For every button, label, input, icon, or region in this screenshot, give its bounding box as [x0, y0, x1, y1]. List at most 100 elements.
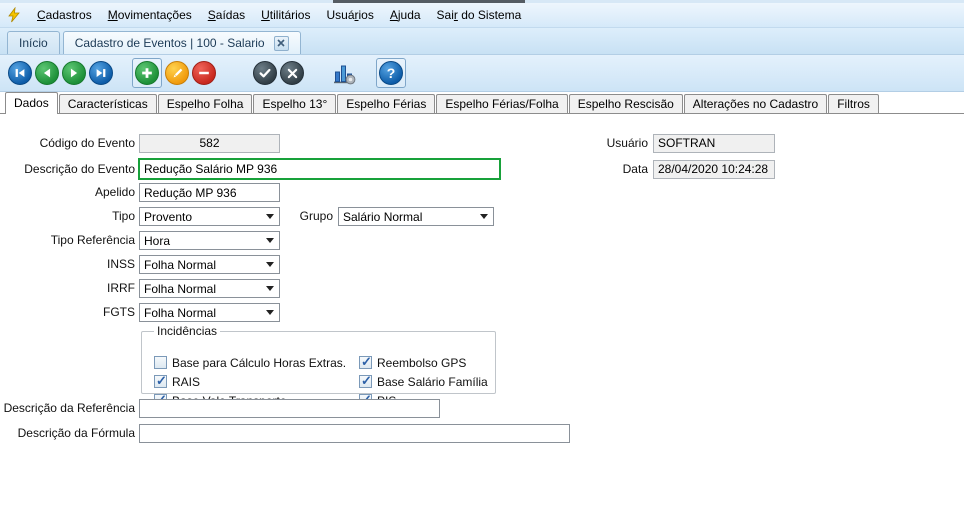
- chevron-down-icon: [266, 310, 274, 315]
- tab-filtros[interactable]: Filtros: [828, 94, 879, 113]
- descricao-evento-input[interactable]: [138, 158, 501, 180]
- form-panel: Código do Evento 582 Usuário SOFTRAN Des…: [0, 115, 964, 514]
- previous-record-icon: [43, 68, 51, 78]
- descricao-referencia-label: Descrição da Referência: [3, 401, 135, 415]
- fgts-label: FGTS: [103, 305, 135, 319]
- fgts-select[interactable]: Folha Normal: [139, 303, 280, 322]
- usuario-field: SOFTRAN: [653, 134, 775, 153]
- page-tab-strip: Dados Características Espelho Folha Espe…: [0, 92, 964, 114]
- codigo-label: Código do Evento: [39, 136, 135, 150]
- chart-button[interactable]: [331, 60, 357, 86]
- last-record-icon: [96, 69, 106, 77]
- check-icon: [259, 68, 271, 78]
- minus-icon: [199, 71, 209, 75]
- next-record-icon: [70, 68, 78, 78]
- tab-cadastro-de-eventos[interactable]: Cadastro de Eventos | 100 - Salario: [62, 31, 301, 54]
- tab-espelho-ferias-folha[interactable]: Espelho Férias/Folha: [436, 94, 568, 113]
- tipo-referencia-select[interactable]: Hora: [139, 231, 280, 250]
- confirm-button[interactable]: [253, 61, 277, 85]
- checkbox-label: RAIS: [172, 374, 201, 389]
- inss-label: INSS: [106, 257, 135, 271]
- checkbox-icon: [154, 356, 167, 369]
- help-button-frame: ?: [376, 58, 406, 88]
- incidencias-legend: Incidências: [157, 324, 218, 338]
- menu-saidas[interactable]: Saídas: [200, 5, 253, 25]
- descricao-formula-label: Descrição da Fórmula: [17, 426, 135, 440]
- menu-utilitarios[interactable]: Utilitários: [253, 5, 318, 25]
- cross-icon: [287, 68, 297, 78]
- question-mark-icon: ?: [386, 65, 396, 81]
- toolbar: ?: [0, 55, 964, 92]
- tab-inicio-label: Início: [19, 36, 48, 50]
- tab-caracteristicas[interactable]: Características: [58, 94, 157, 113]
- chevron-down-icon: [266, 286, 274, 291]
- checkbox-label: Base Salário Família: [377, 374, 488, 389]
- tipo-label: Tipo: [112, 209, 135, 223]
- cancel-button[interactable]: [280, 61, 304, 85]
- tab-espelho-13[interactable]: Espelho 13°: [253, 94, 337, 113]
- descricao-referencia-input[interactable]: [139, 399, 440, 418]
- menu-sair-do-sistema[interactable]: Sair do Sistema: [429, 5, 530, 25]
- chevron-down-icon: [480, 214, 488, 219]
- grupo-value: Salário Normal: [343, 209, 423, 224]
- close-icon[interactable]: [273, 35, 289, 51]
- tab-espelho-folha[interactable]: Espelho Folha: [157, 94, 253, 113]
- nav-first-button[interactable]: [8, 61, 32, 85]
- checkbox-base-salario-familia[interactable]: Base Salário Família: [359, 373, 488, 389]
- chevron-down-icon: [266, 262, 274, 267]
- checkbox-reembolso-gps[interactable]: Reembolso GPS: [359, 354, 488, 370]
- fgts-value: Folha Normal: [144, 305, 217, 320]
- edit-button[interactable]: [165, 61, 189, 85]
- add-button-frame: [132, 58, 162, 88]
- menu-cadastros[interactable]: Cadastros: [29, 5, 100, 25]
- menu-ajuda[interactable]: Ajuda: [382, 5, 429, 25]
- checkbox-icon: [154, 373, 167, 389]
- data-label: Data: [622, 162, 648, 176]
- codigo-field: 582: [139, 134, 280, 153]
- grupo-label: Grupo: [299, 209, 333, 223]
- tab-dados[interactable]: Dados: [5, 92, 58, 114]
- checkbox-rais[interactable]: RAIS: [154, 373, 346, 389]
- tab-inicio[interactable]: Início: [7, 31, 60, 54]
- lightning-icon: [8, 7, 20, 23]
- descricao-evento-label: Descrição do Evento: [24, 162, 135, 176]
- help-button[interactable]: ?: [379, 61, 403, 85]
- checkbox-base-horas-extras[interactable]: Base para Cálculo Horas Extras.: [154, 355, 346, 370]
- menu-movimentacoes[interactable]: Movimentações: [100, 5, 200, 25]
- menu-bar: Cadastros Movimentações Saídas Utilitári…: [0, 3, 964, 28]
- apelido-label: Apelido: [94, 185, 135, 199]
- document-tab-bar: Início Cadastro de Eventos | 100 - Salar…: [0, 28, 964, 55]
- plus-icon: [142, 68, 152, 78]
- add-button[interactable]: [135, 61, 159, 85]
- grupo-select[interactable]: Salário Normal: [338, 207, 494, 226]
- tab-cadastro-label: Cadastro de Eventos | 100 - Salario: [74, 36, 265, 50]
- irrf-value: Folha Normal: [144, 281, 217, 296]
- pencil-icon: [173, 68, 182, 77]
- tipo-referencia-label: Tipo Referência: [50, 233, 135, 247]
- checkbox-label: Reembolso GPS: [377, 355, 467, 370]
- nav-next-button[interactable]: [62, 61, 86, 85]
- checkbox-icon: [359, 354, 372, 370]
- menu-usuarios[interactable]: Usuários: [318, 5, 381, 25]
- app-window: Cadastros Movimentações Saídas Utilitári…: [0, 0, 964, 514]
- delete-button[interactable]: [192, 61, 216, 85]
- irrf-select[interactable]: Folha Normal: [139, 279, 280, 298]
- tab-alteracoes-no-cadastro[interactable]: Alterações no Cadastro: [683, 94, 828, 113]
- nav-previous-button[interactable]: [35, 61, 59, 85]
- tab-espelho-rescisao[interactable]: Espelho Rescisão: [568, 94, 683, 113]
- app-icon: [6, 6, 24, 24]
- incidencias-groupbox: Incidências Base para Cálculo Horas Extr…: [141, 324, 496, 408]
- tipo-value: Provento: [144, 209, 193, 224]
- apelido-input[interactable]: [139, 183, 280, 202]
- checkbox-label: Base para Cálculo Horas Extras.: [172, 355, 347, 370]
- descricao-formula-input[interactable]: [139, 424, 570, 443]
- checkbox-icon: [359, 373, 372, 389]
- chevron-down-icon: [266, 238, 274, 243]
- tab-espelho-ferias[interactable]: Espelho Férias: [337, 94, 436, 113]
- data-field: 28/04/2020 10:24:28: [653, 160, 775, 179]
- tipo-referencia-value: Hora: [144, 233, 171, 248]
- first-record-icon: [15, 69, 25, 77]
- nav-last-button[interactable]: [89, 61, 113, 85]
- inss-select[interactable]: Folha Normal: [139, 255, 280, 274]
- irrf-label: IRRF: [107, 281, 135, 295]
